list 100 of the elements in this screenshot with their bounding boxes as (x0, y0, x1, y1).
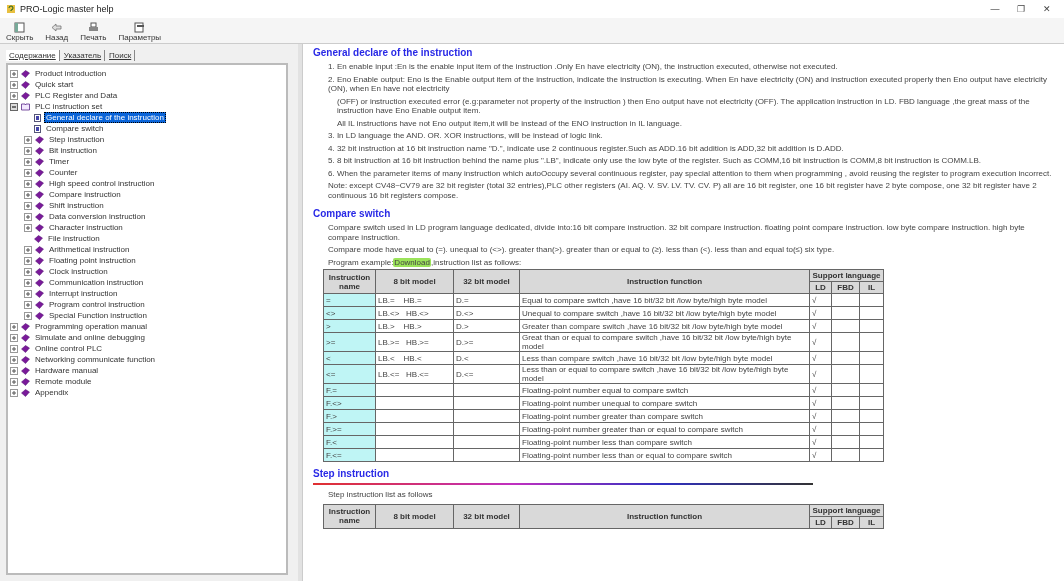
tree-item[interactable]: Online control PLC (33, 343, 105, 354)
column-header: 8 bit model (375, 504, 454, 528)
expand-icon[interactable] (24, 157, 32, 166)
paragraph: 6. When the parameter items of many instruction which autoOccupy several continuous register, pay special attention to them when programming , avoid reusing the register to program execution incorrect. (328, 168, 1053, 178)
tree-item[interactable]: Hardware manual (33, 365, 101, 376)
printer-icon (87, 22, 99, 33)
expand-icon[interactable] (24, 179, 32, 188)
column-header: 8 bit model (375, 269, 454, 294)
tree-item[interactable]: Arithmetical instruction (47, 244, 132, 255)
back-arrow-icon (51, 22, 63, 33)
page-icon (34, 124, 41, 133)
paragraph: 3. In LD language the AND. OR. XOR instructions, will be instead of logic link. (328, 131, 604, 141)
download-link[interactable]: Download (393, 257, 431, 267)
tree-item[interactable]: Programming operation manual (33, 321, 150, 332)
column-header: Instruction function (519, 269, 810, 294)
expand-icon[interactable] (24, 256, 32, 265)
tree-item[interactable]: Networking communicate function (33, 354, 158, 365)
collapse-icon[interactable] (10, 102, 18, 111)
expand-icon[interactable] (24, 223, 32, 232)
section-heading: Step instruction (313, 468, 391, 479)
section-heading: General declare of the instruction (313, 47, 474, 58)
expand-icon[interactable] (24, 267, 32, 276)
expand-icon[interactable] (24, 311, 32, 320)
expand-icon[interactable] (10, 377, 18, 386)
expand-icon[interactable] (10, 69, 18, 78)
expand-icon[interactable] (24, 278, 32, 287)
paragraph: 1. En enable input :En is the enable input item of the instruction .Only En have electricity (ON), the instruction executed, otherwise not executed. (328, 62, 839, 72)
tree-item[interactable]: Shift instruction (47, 200, 106, 211)
paragraph: 5. 8 bit instruction at 16 bit instruction behind the name plus ".LB", indicate only use the low byte of the register. Such as COMM,16 bit instruction is COMM,8 bit instruction is COMM.LB. (328, 156, 983, 166)
expand-icon[interactable] (10, 344, 18, 353)
tree-item[interactable]: High speed control instruction (47, 178, 157, 189)
table-cell: √ (809, 396, 832, 410)
expand-icon[interactable] (10, 388, 18, 397)
tree-item[interactable]: Special Function instruction (47, 310, 149, 321)
tree-item[interactable]: File instruction (46, 233, 102, 244)
paragraph: 2. Eno Enable output: Eno is the Enable output item of the instruction, indicate the instruction is executing. When En have electricity (ON) and instruction executed properly then Eno output have electricity (ON), when En have not electricity (328, 74, 1049, 94)
nav-tab[interactable]: Содержание (6, 50, 60, 61)
expand-icon[interactable] (10, 366, 18, 375)
tree-item[interactable]: Character instruction (47, 222, 125, 233)
tree-item[interactable]: Appendix (33, 387, 71, 398)
expand-icon[interactable] (10, 80, 18, 89)
tree-item[interactable]: Product introduction (33, 68, 109, 79)
tree-item[interactable]: PLC instruction set (33, 101, 105, 112)
expand-icon[interactable] (10, 355, 18, 364)
tree-item[interactable]: Data conversion instruction (47, 211, 148, 222)
expand-icon[interactable] (24, 190, 32, 199)
column-header: Instruction function (519, 504, 810, 528)
tree-item[interactable]: Program control instruction (47, 299, 147, 310)
column-header: 32 bit model (453, 269, 520, 294)
tree-item[interactable]: Compare switch (44, 123, 106, 134)
paragraph: 4. 32 bit instruction at 16 bit instruction name "D.", indicate use 2 continuous register.Such as ADD.16 bit addition is ADD,32 bit addition is D.ADD. (328, 143, 845, 153)
tree-item[interactable]: General declare of the instruction (44, 112, 166, 123)
toolbar-button[interactable]: Скрыть (6, 22, 34, 42)
tree-item[interactable]: Remote module (33, 376, 94, 387)
table-cell: √ (809, 422, 832, 436)
paragraph: Step instruction list as follows (328, 490, 434, 500)
tree-item[interactable]: PLC Register and Data (33, 90, 120, 101)
expand-icon[interactable] (24, 135, 32, 144)
table-cell: √ (809, 306, 832, 320)
expand-icon[interactable] (10, 322, 18, 331)
expand-icon[interactable] (24, 245, 32, 254)
tree-item[interactable]: Counter (47, 167, 80, 178)
column-header: Support language (809, 504, 884, 516)
tree-item[interactable]: Quick start (33, 79, 76, 90)
tree-item[interactable]: Bit instruction (47, 145, 100, 156)
column-header: Instruction name (323, 504, 376, 528)
help-app-icon (6, 4, 16, 14)
tree-item[interactable]: Simulate and online debugging (33, 332, 147, 343)
tree-item[interactable]: Interrupt instruction (47, 288, 120, 299)
nav-tab[interactable]: Указатель (60, 50, 106, 61)
expand-icon[interactable] (24, 289, 32, 298)
tree-item[interactable]: Communication instruction (47, 277, 146, 288)
expand-icon[interactable] (24, 146, 32, 155)
nav-tab[interactable]: Поиск (106, 50, 136, 61)
minimize-button[interactable]: — (984, 4, 1006, 14)
paragraph: Note: except CV48~CV79 are 32 bit register (total 32 entries),PLC other registers (AI. AQ. V. SV. LV. TV. CV. P) all are 16 bit register, one 16 bit register have 2 byte compose, one 32 bit register have 2 continuous 16 bit registers compose. (328, 181, 1038, 200)
expand-icon[interactable] (10, 91, 18, 100)
expand-icon[interactable] (24, 201, 32, 210)
paragraph: Program example: (328, 257, 394, 267)
column-header: 32 bit model (453, 504, 520, 528)
expand-icon[interactable] (24, 168, 32, 177)
restore-button[interactable]: ❐ (1010, 4, 1032, 14)
options-icon (134, 22, 146, 33)
close-button[interactable]: ✕ (1036, 4, 1058, 14)
toolbar-button[interactable]: Назад (45, 22, 69, 42)
tree-item[interactable]: Clock instruction (47, 266, 110, 277)
expand-icon[interactable] (10, 333, 18, 342)
open-book-icon (21, 102, 30, 111)
toolbar-button[interactable]: Печать (80, 22, 107, 42)
tree-item[interactable]: Step instruction (47, 134, 107, 145)
paragraph: All IL instructions have not Eno output item,it will be instead of the ENO instruction in IL language. (337, 118, 683, 128)
tree-item[interactable]: Timer (47, 156, 72, 167)
page-icon (34, 113, 41, 122)
tree-item[interactable]: Floating point instruction (47, 255, 138, 266)
expand-icon[interactable] (24, 212, 32, 221)
tree-item[interactable]: Compare instruction (47, 189, 123, 200)
window-title: PRO-Logic master help (20, 4, 115, 14)
column-header: Support language (809, 269, 884, 282)
toolbar-button[interactable]: Параметры (118, 22, 162, 42)
expand-icon[interactable] (24, 300, 32, 309)
